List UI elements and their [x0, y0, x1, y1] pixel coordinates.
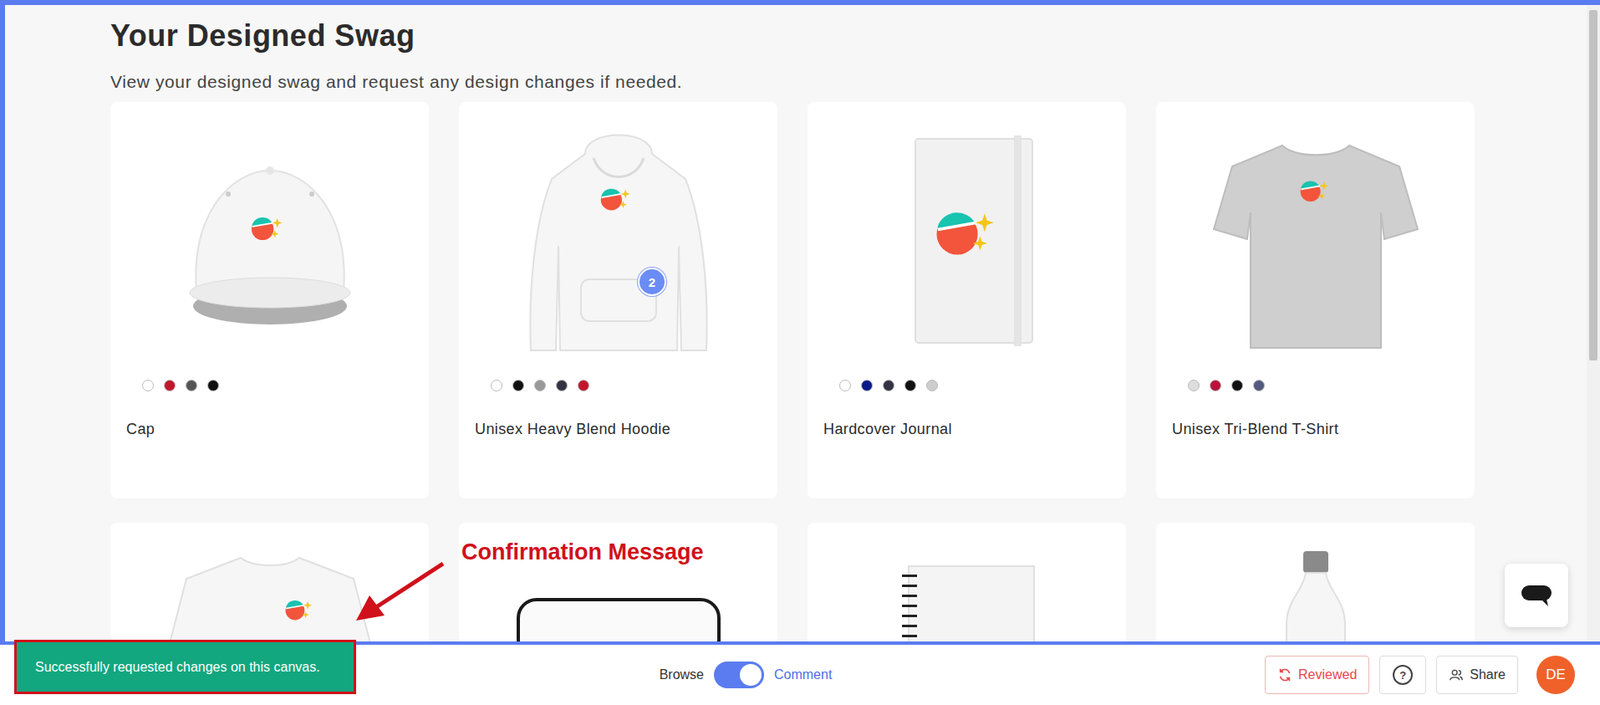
product-grid: Cap 2 Unisex Heavy Blend Hoodie Hardcover J…: [110, 101, 1587, 642]
annotation-arrow-icon: [351, 558, 452, 626]
brand-logo-icon: [283, 595, 316, 622]
product-image: [1156, 120, 1475, 372]
color-swatch[interactable]: [142, 379, 154, 392]
chat-button[interactable]: [1504, 563, 1569, 627]
brand-logo-icon: [249, 211, 286, 243]
scrollbar[interactable]: [1586, 5, 1600, 642]
color-swatch[interactable]: [185, 379, 198, 392]
color-swatch[interactable]: [1253, 379, 1265, 392]
color-swatch[interactable]: [839, 379, 851, 392]
brand-logo-icon: [1298, 175, 1332, 204]
color-swatch[interactable]: [882, 379, 895, 392]
color-swatches: [1156, 379, 1475, 392]
product-image: [110, 540, 429, 642]
user-avatar[interactable]: DE: [1536, 655, 1575, 694]
comment-badge[interactable]: 2: [637, 267, 667, 296]
sweatshirt-icon: [144, 540, 396, 642]
color-swatch[interactable]: [861, 379, 873, 392]
color-swatch[interactable]: [577, 379, 590, 392]
notebook-icon: [841, 540, 1093, 642]
product-card[interactable]: [1156, 522, 1475, 642]
product-name: Hardcover Journal: [807, 420, 1127, 439]
share-button[interactable]: Share: [1436, 655, 1519, 694]
annotation-label: Confirmation Message: [461, 539, 704, 566]
color-swatch[interactable]: [1231, 379, 1244, 392]
color-swatch[interactable]: [490, 379, 503, 392]
comment-label[interactable]: Comment: [774, 667, 832, 683]
color-swatch[interactable]: [534, 379, 546, 392]
color-swatches: [110, 379, 429, 392]
page-title: Your Designed Swag: [110, 18, 1587, 54]
toolbar-actions: Reviewed? Share DE: [940, 655, 1600, 694]
color-swatch[interactable]: [207, 379, 220, 392]
product-name: Unisex Tri-Blend T-Shirt: [1156, 420, 1475, 439]
product-image: [807, 540, 1127, 642]
color-swatch[interactable]: [904, 379, 917, 392]
color-swatch[interactable]: [163, 379, 176, 392]
tshirt-icon: [1190, 120, 1442, 355]
toggle-switch[interactable]: [713, 661, 765, 688]
color-swatches: [458, 379, 778, 392]
product-card[interactable]: [110, 522, 429, 642]
product-card[interactable]: Cap: [110, 101, 429, 499]
hoodie-icon: [493, 120, 744, 355]
product-name: Unisex Heavy Blend Hoodie: [458, 420, 778, 439]
product-name: Cap: [110, 420, 429, 439]
product-image: [1156, 540, 1475, 642]
mode-toggle[interactable]: Browse Comment: [659, 661, 833, 688]
toast-message: Successfully requested changes on this c…: [14, 639, 357, 694]
brand-logo-icon: [932, 201, 1001, 260]
content: Your Designed Swag View your designed swa…: [5, 5, 1587, 642]
product-image: 2: [458, 120, 778, 372]
main-area: Your Designed Swag View your designed swa…: [0, 5, 1600, 642]
help-icon: ?: [1392, 664, 1413, 685]
product-card[interactable]: [807, 522, 1127, 642]
product-card[interactable]: Unisex Tri-Blend T-Shirt: [1156, 101, 1475, 499]
color-swatch[interactable]: [1209, 379, 1222, 392]
page-subtitle: View your designed swag and request any …: [110, 71, 1587, 92]
bottle-icon: [1190, 540, 1442, 642]
product-card[interactable]: 2 Unisex Heavy Blend Hoodie: [458, 101, 778, 499]
reviewed-button[interactable]: Reviewed: [1264, 655, 1370, 694]
color-swatch[interactable]: [555, 379, 568, 392]
color-swatch[interactable]: [512, 379, 525, 392]
product-image: [110, 120, 429, 372]
product-image: [807, 120, 1127, 372]
brand-logo-icon: [598, 183, 634, 214]
browse-label[interactable]: Browse: [659, 667, 704, 683]
app-window: Your Designed Swag View your designed swa…: [0, 0, 1600, 705]
color-swatch[interactable]: [926, 379, 938, 392]
toggle-knob: [739, 663, 762, 686]
sync-icon: [1277, 667, 1293, 683]
color-swatches: [807, 379, 1127, 392]
color-swatch[interactable]: [1187, 379, 1200, 392]
people-icon: [1448, 667, 1464, 683]
scrollbar-thumb[interactable]: [1589, 10, 1598, 361]
help-button[interactable]: ?: [1379, 655, 1427, 694]
product-card[interactable]: Hardcover Journal: [807, 101, 1127, 499]
chat-bubble-icon: [1519, 582, 1554, 608]
